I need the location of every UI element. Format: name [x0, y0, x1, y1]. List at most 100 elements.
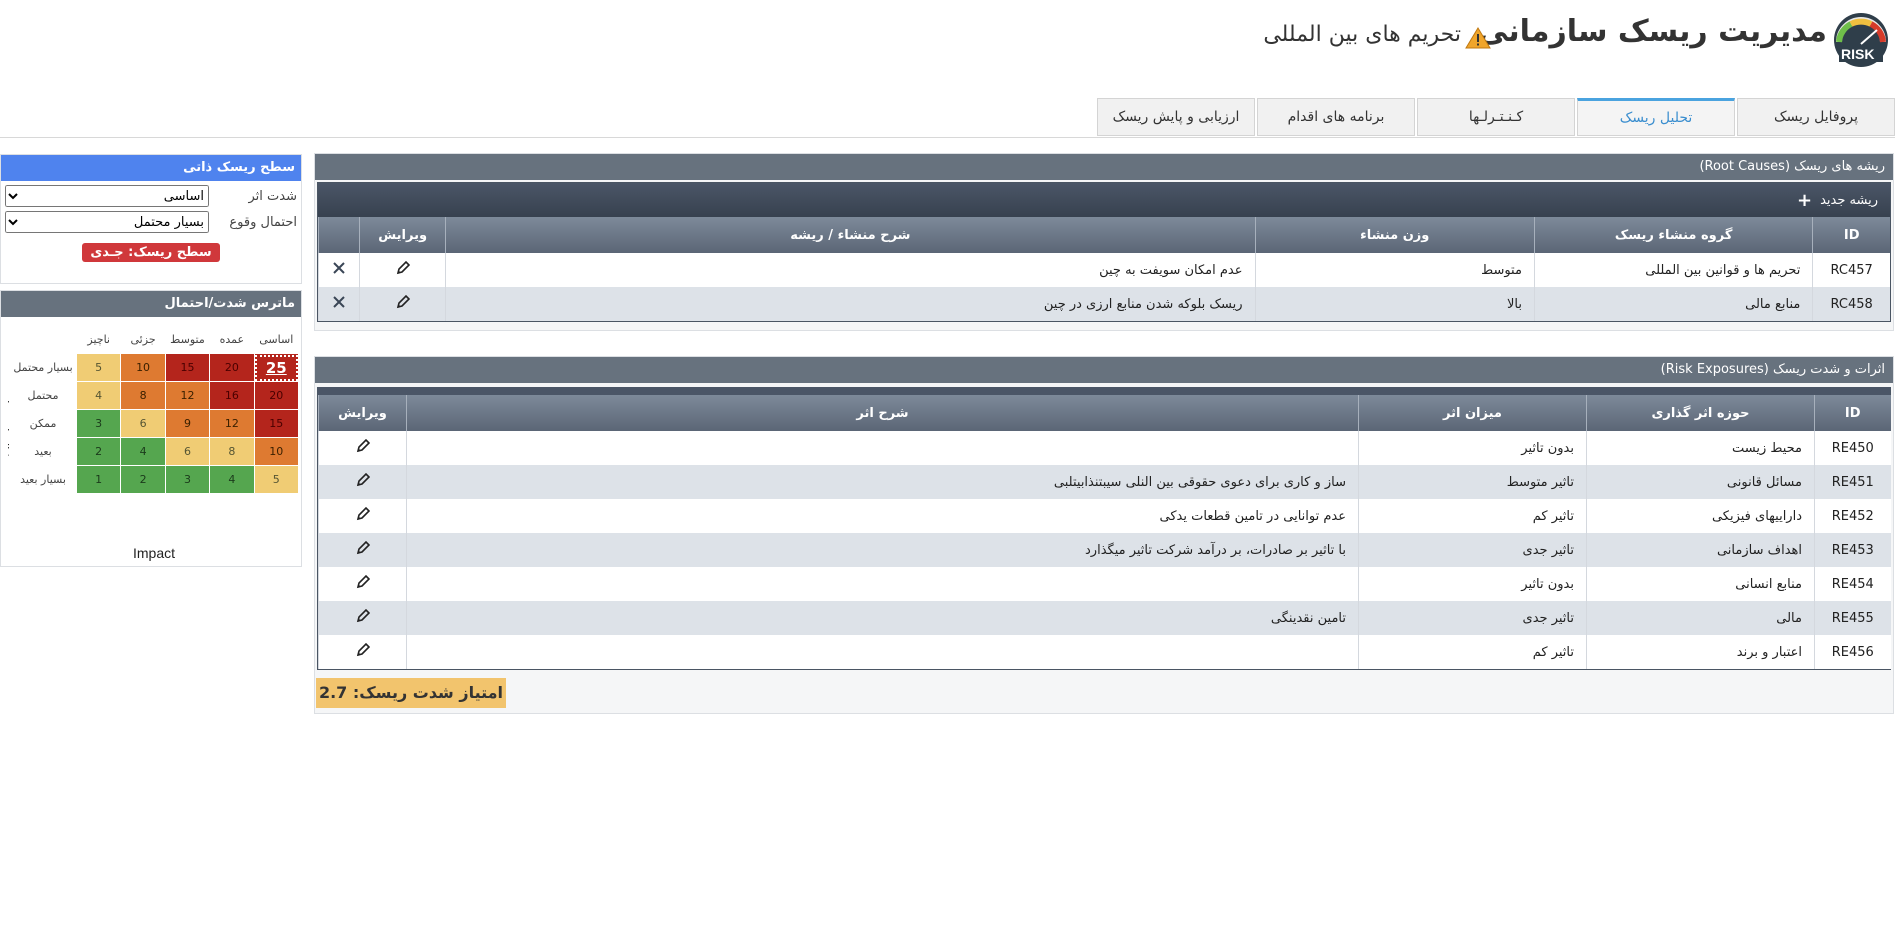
table-row: RE453 اهداف سازمانی تاثیر جدی با تاثیر بر ص… — [318, 533, 1891, 567]
matrix-cell[interactable]: 5 — [253, 465, 300, 494]
pencil-icon[interactable] — [356, 609, 370, 623]
matrix-cell[interactable]: 20 — [209, 353, 255, 382]
matrix-col-label: اساسی — [253, 325, 300, 354]
matrix-cell[interactable]: 10 — [253, 437, 300, 466]
tab-risk-analysis[interactable]: تحلیل ریسک — [1577, 98, 1735, 136]
cell-desc: ساز و کاری برای دعوی حقوقی بین النلی سیب… — [406, 465, 1359, 499]
matrix-cell[interactable]: 2 — [120, 465, 166, 494]
col-id: ID — [1812, 217, 1890, 253]
delete-icon[interactable] — [332, 261, 346, 275]
matrix-row: بسیار محتمل 5 10 15 20 25 — [9, 353, 300, 382]
cell-desc — [406, 431, 1359, 465]
cell-weight: بالا — [1254, 287, 1535, 321]
tab-controls[interactable]: کـنـتـرلـها — [1417, 98, 1575, 136]
exposures-table: ID حوزه اثر گذاری میزان اثر شرح اثر ویرا… — [318, 395, 1891, 669]
col-desc: شرح اثر — [406, 395, 1359, 431]
cell-id: RE450 — [1814, 431, 1891, 465]
pencil-icon[interactable] — [356, 541, 370, 555]
matrix-cell[interactable]: 15 — [164, 353, 211, 382]
matrix-row: ممکن 3 6 9 12 15 — [9, 409, 300, 438]
table-row: RE454 منابع انسانی بدون تاثیر — [318, 567, 1891, 601]
matrix-cell[interactable]: 6 — [164, 437, 211, 466]
pencil-icon[interactable] — [356, 643, 370, 657]
impact-label: شدت اثر — [248, 188, 298, 204]
edit-cell — [318, 533, 407, 567]
edit-cell — [318, 635, 407, 669]
matrix-cell[interactable]: 9 — [164, 409, 211, 438]
matrix-cell[interactable]: 4 — [120, 437, 166, 466]
matrix-cell[interactable]: 1 — [75, 465, 122, 494]
impact-select[interactable]: اساسی — [5, 185, 209, 207]
matrix-cell[interactable]: 6 — [120, 409, 166, 438]
cell-desc: تامین نقدینگی — [406, 601, 1359, 635]
matrix-cell[interactable]: 5 — [75, 353, 122, 382]
edit-cell — [318, 601, 407, 635]
inherent-risk-title: سطح ریسک ذاتی — [1, 155, 301, 181]
matrix-cell[interactable]: 2 — [75, 437, 122, 466]
impact-row: شدت اثر اساسی — [1, 183, 301, 209]
matrix-cell[interactable]: 8 — [120, 381, 166, 410]
matrix-row-label: بعید — [9, 437, 77, 466]
matrix-cell[interactable]: 12 — [209, 409, 255, 438]
tab-assessment-monitoring[interactable]: ارزیابی و پایش ریسک — [1097, 98, 1255, 136]
cell-group: منابع مالی — [1533, 287, 1813, 321]
risk-matrix: ناچیز جزئی متوسط عمده اساسی بسیار محتمل 5 10 15 2… — [9, 325, 300, 494]
risk-name-title: تحریم های بین المللی — [1263, 22, 1461, 47]
matrix-cell[interactable]: 3 — [164, 465, 211, 494]
pencil-icon[interactable] — [396, 261, 410, 275]
exposures-title: اثرات و شدت ریسک (Risk Exposures) — [315, 357, 1893, 383]
matrix-cell[interactable]: 12 — [164, 381, 211, 410]
pencil-icon[interactable] — [356, 473, 370, 487]
inherent-risk-panel: سطح ریسک ذاتی شدت اثر اساسی احتمال وقوع … — [0, 154, 302, 284]
edit-cell — [359, 287, 446, 321]
pencil-icon[interactable] — [356, 507, 370, 521]
pencil-icon[interactable] — [356, 439, 370, 453]
col-desc: شرح منشاء / ریشه — [445, 217, 1256, 253]
col-group: گروه منشاء ریسک — [1533, 217, 1813, 253]
cell-level: تاثیر جدی — [1358, 601, 1587, 635]
cell-level: تاثیر کم — [1358, 499, 1587, 533]
likelihood-label: احتمال وقوع — [229, 214, 297, 230]
tab-action-plans[interactable]: برنامه های اقدام — [1257, 98, 1415, 136]
matrix-cell[interactable]: 8 — [209, 437, 255, 466]
cell-level: تاثیر جدی — [1358, 533, 1587, 567]
cell-area: محیط زیست — [1586, 431, 1815, 465]
cell-level: تاثیر کم — [1358, 635, 1587, 669]
root-causes-toolbar: ریشه جدید + — [318, 183, 1890, 217]
plus-icon: + — [1797, 189, 1813, 211]
impact-axis-label: Impact — [133, 545, 176, 561]
pencil-icon[interactable] — [396, 295, 410, 309]
likelihood-select[interactable]: بسیار محتمل — [5, 211, 209, 233]
matrix-row: محتمل 4 8 12 16 20 — [9, 381, 300, 410]
table-row: RC457 تحریم ها و قوانین بین المللی متوسط… — [317, 253, 1890, 287]
new-root-button[interactable]: ریشه جدید + — [1797, 190, 1878, 211]
cell-id: RE453 — [1814, 533, 1891, 567]
cell-area: مسائل قانونی — [1586, 465, 1815, 499]
col-weight: وزن منشاء — [1254, 217, 1535, 253]
matrix-cell[interactable]: 3 — [75, 409, 122, 438]
matrix-row-label: محتمل — [9, 381, 77, 410]
edit-cell — [318, 431, 407, 465]
cell-weight: متوسط — [1254, 253, 1535, 287]
pencil-icon[interactable] — [356, 575, 370, 589]
matrix-row-label: ممکن — [9, 409, 77, 438]
matrix-corner — [9, 325, 77, 354]
cell-id: RE451 — [1814, 465, 1891, 499]
cell-desc: با تاثیر بر صادرات، بر درآمد شرکت تاثیر … — [406, 533, 1359, 567]
exposures-panel: اثرات و شدت ریسک (Risk Exposures) ID حوز… — [314, 356, 1894, 714]
delete-icon[interactable] — [332, 295, 346, 309]
app-title: مدیریت ریسک سازمانی — [1477, 14, 1827, 49]
risk-matrix-title: ماترس شدت/احتمال — [1, 291, 301, 317]
matrix-cell[interactable]: 4 — [209, 465, 255, 494]
matrix-cell[interactable]: 4 — [75, 381, 122, 410]
delete-cell — [317, 287, 360, 321]
tab-bar: پروفایل ریسک تحلیل ریسک کـنـتـرلـها برنا… — [1095, 98, 1895, 136]
matrix-cell[interactable]: 25 — [253, 353, 300, 382]
risk-logo: RISK — [1833, 12, 1889, 68]
matrix-cell[interactable]: 10 — [120, 353, 166, 382]
tab-risk-profile[interactable]: پروفایل ریسک — [1737, 98, 1895, 136]
matrix-cell[interactable]: 15 — [253, 409, 300, 438]
table-row: RE456 اعتبار و برند تاثیر کم — [318, 635, 1891, 669]
matrix-cell[interactable]: 16 — [209, 381, 255, 410]
matrix-cell[interactable]: 20 — [253, 381, 300, 410]
